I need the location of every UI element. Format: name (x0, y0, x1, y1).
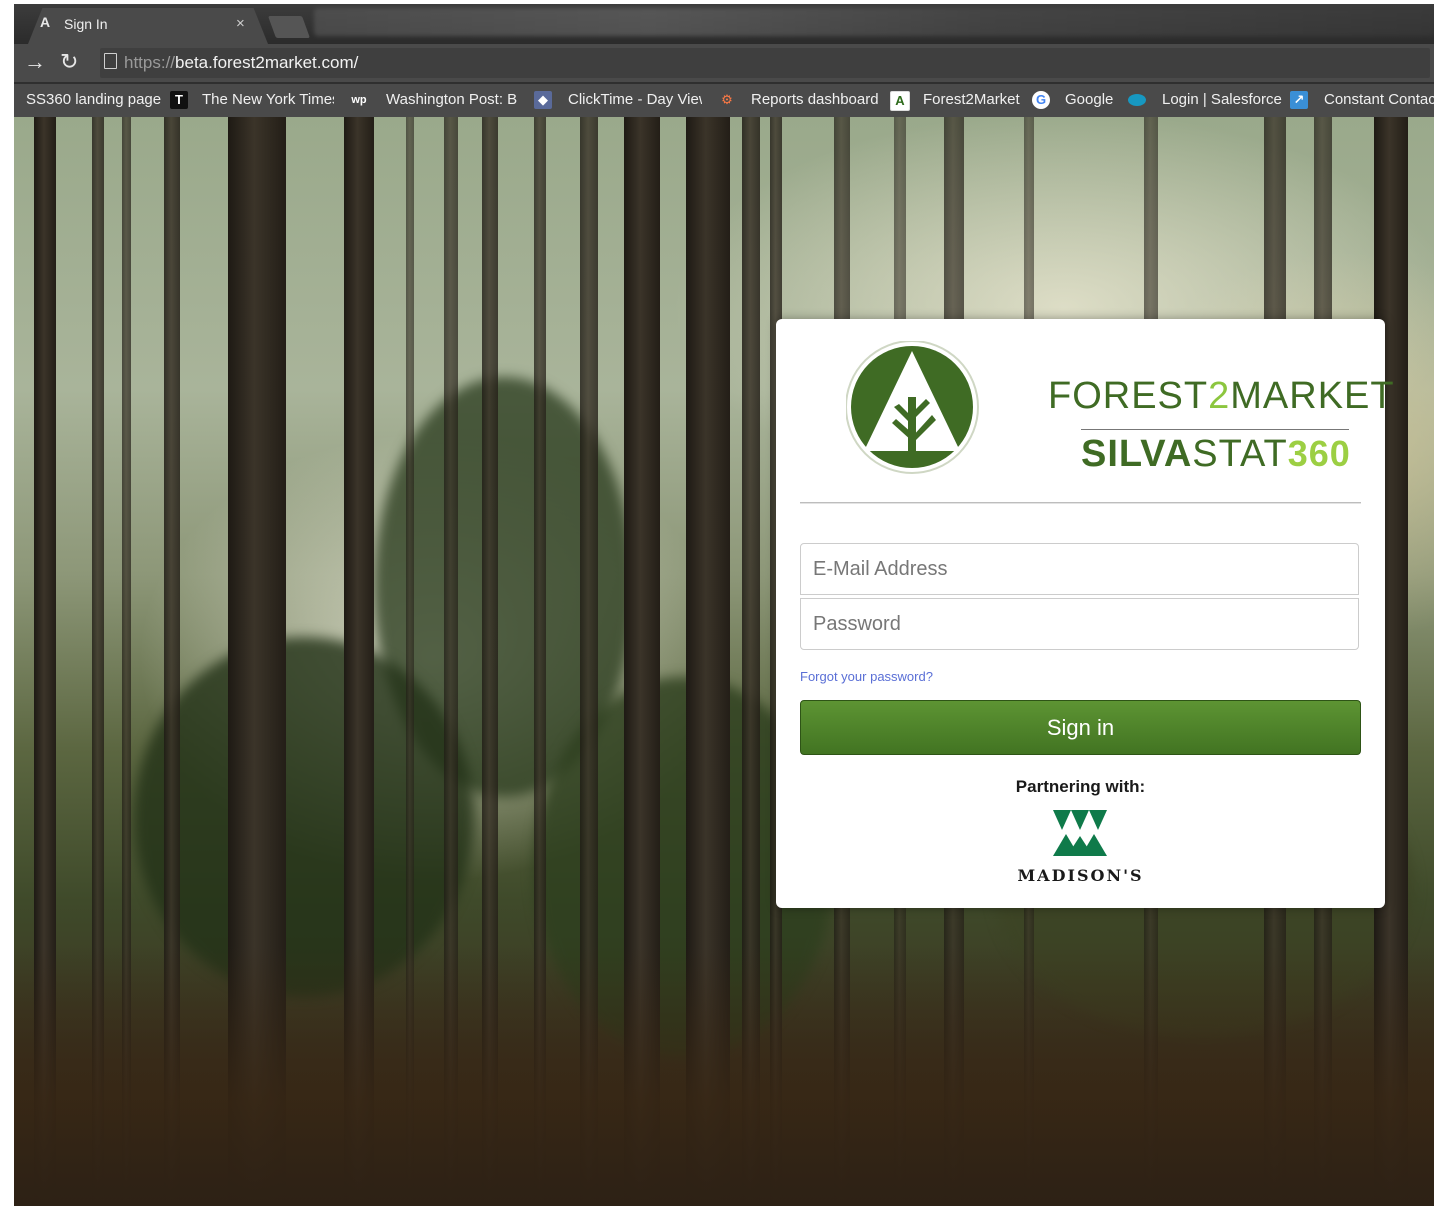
url-host-path: beta.forest2market.com/ (175, 53, 359, 72)
forest2market-bookmark-icon: A (890, 91, 910, 111)
bookmark-washington-post[interactable]: Washington Post: Br (386, 91, 518, 108)
card-divider (800, 502, 1361, 504)
google-icon: G (1032, 91, 1050, 109)
page-icon (104, 53, 117, 69)
clicktime-icon: ◆ (534, 91, 552, 109)
url-scheme: https:// (124, 53, 176, 72)
salesforce-icon (1128, 94, 1146, 106)
hubspot-icon: ⚙ (721, 92, 733, 107)
forgot-password-link[interactable]: Forgot your password? (800, 669, 933, 684)
arrow-right-icon[interactable]: → (24, 51, 46, 73)
partnering-with-label: Partnering with: (1015, 777, 1146, 796)
bookmark-reports-dashboard[interactable]: Reports dashboard (751, 91, 879, 108)
madisons-logo-icon (1053, 810, 1107, 856)
brand-word-360: 360 (1287, 433, 1351, 474)
bookmark-ss360[interactable]: SS360 landing page (26, 91, 161, 108)
washington-post-icon: wp (351, 94, 367, 106)
background-tabs[interactable] (314, 8, 1434, 36)
brand-word-forest: FOREST (1048, 375, 1209, 417)
bookmark-nytimes[interactable]: The New York Times (202, 91, 334, 108)
brand-silvastat360: SILVASTAT360 (1081, 433, 1351, 476)
new-tab-button[interactable] (267, 16, 311, 38)
bookmarks-bar: SS360 landing page T The New York Times … (14, 84, 1434, 117)
browser-chrome: A Sign In × → ↻ https://beta.forest2mark… (14, 4, 1434, 117)
tab-strip: A Sign In × (14, 4, 1434, 44)
bookmark-salesforce[interactable]: Login | Salesforce (1162, 91, 1282, 108)
nytimes-icon: T (170, 91, 188, 109)
foliage (134, 637, 474, 997)
bookmark-clicktime[interactable]: ClickTime - Day View (568, 91, 702, 108)
forest2market-favicon-icon: A (40, 14, 51, 30)
madisons-wordmark: MADISON'S (1017, 866, 1144, 885)
password-field[interactable] (800, 598, 1359, 650)
sign-in-button[interactable]: Sign in (800, 700, 1361, 755)
bookmark-constant-contact[interactable]: Constant Contact (1324, 91, 1434, 108)
forest2market-tree-logo-icon (846, 341, 979, 474)
email-field[interactable] (800, 543, 1359, 595)
tab-title[interactable]: Sign In (64, 16, 108, 32)
forest-floor (14, 946, 1434, 1206)
brand-word-stat: STAT (1192, 433, 1288, 475)
reload-icon[interactable]: ↻ (60, 51, 78, 73)
tab-close-icon[interactable]: × (236, 15, 245, 32)
brand-word-market: MARKET (1230, 375, 1395, 417)
address-bar[interactable]: https://beta.forest2market.com/ (100, 48, 1430, 78)
brand-word-2: 2 (1208, 375, 1231, 417)
url-text[interactable]: https://beta.forest2market.com/ (124, 53, 358, 73)
login-card: FOREST2MARKET SILVASTAT360 Forgot your p… (776, 319, 1394, 908)
constant-contact-icon: ↗ (1290, 91, 1308, 109)
brand-word-silva: SILVA (1081, 433, 1193, 475)
bookmark-google[interactable]: Google (1065, 91, 1113, 108)
brand-divider (1081, 429, 1349, 430)
toolbar: → ↻ https://beta.forest2market.com/ (14, 44, 1434, 82)
bookmark-forest2market[interactable]: Forest2Market (923, 91, 1020, 108)
forest2market-logo: FOREST2MARKET SILVASTAT360 (846, 341, 1394, 481)
brand-forest2market: FOREST2MARKET (1048, 375, 1395, 418)
